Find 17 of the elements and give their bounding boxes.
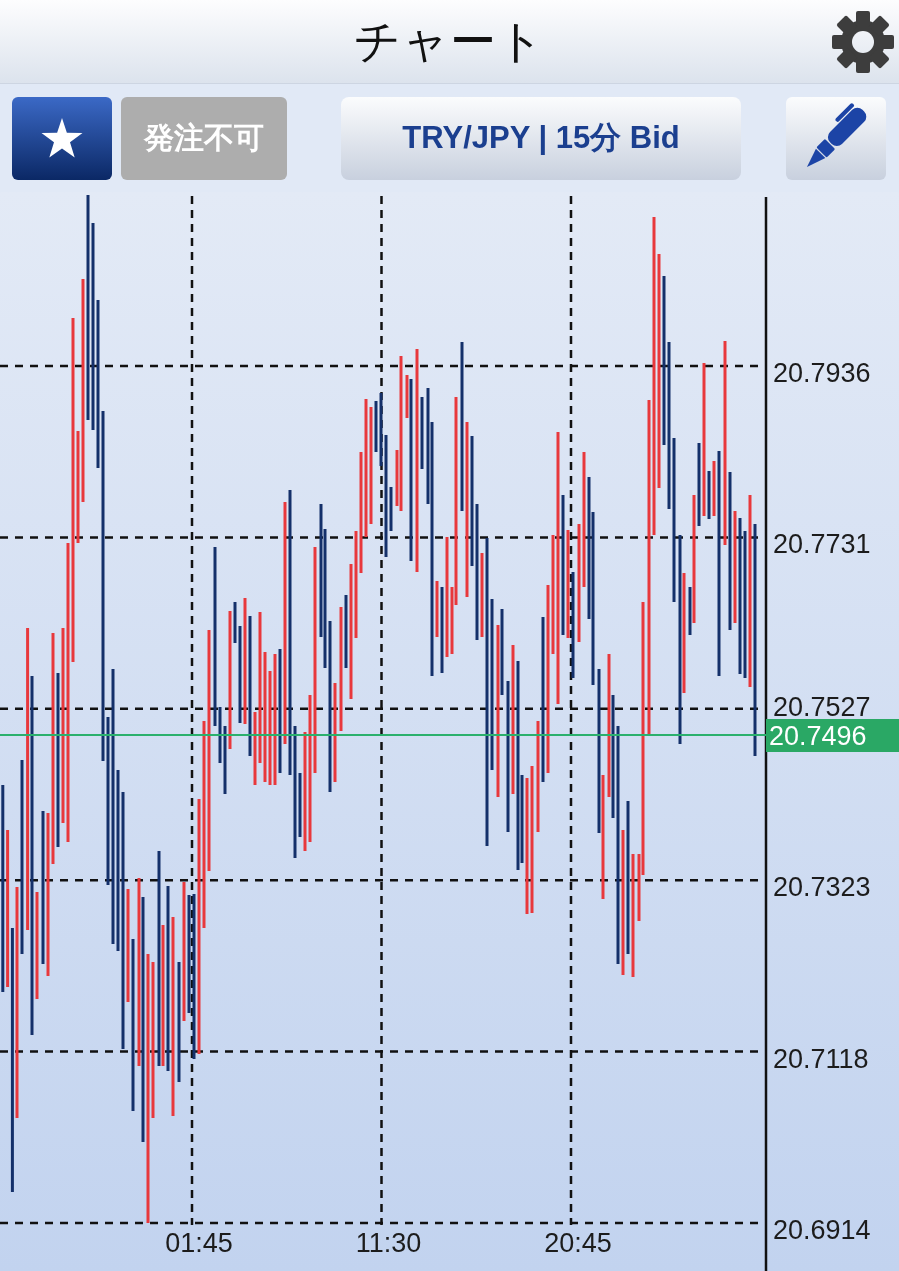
settings-icon	[831, 9, 895, 74]
current-price-tag: 20.7496	[766, 719, 899, 752]
settings-button[interactable]	[831, 9, 895, 74]
price-axis-label: 20.7731	[773, 529, 871, 560]
time-axis-label: 01:45	[165, 1228, 233, 1258]
pen-button[interactable]	[786, 96, 886, 180]
star-icon	[41, 118, 83, 158]
symbol-timeframe-button[interactable]: TRY/JPY | 15分 Bid	[341, 96, 741, 180]
screen-title: チャート	[354, 12, 545, 70]
price-axis-label: 20.6914	[773, 1215, 871, 1245]
star-button[interactable]	[12, 96, 112, 180]
price-axis-label: 20.7118	[773, 1043, 869, 1074]
price-axis-label: 20.7527	[773, 692, 871, 722]
time-axis-label: 11:30	[355, 1228, 422, 1258]
price-axis-label: 20.7936	[773, 358, 871, 388]
price-axis-label: 20.7323	[773, 872, 871, 903]
time-axis-label: 20:45	[544, 1228, 612, 1258]
